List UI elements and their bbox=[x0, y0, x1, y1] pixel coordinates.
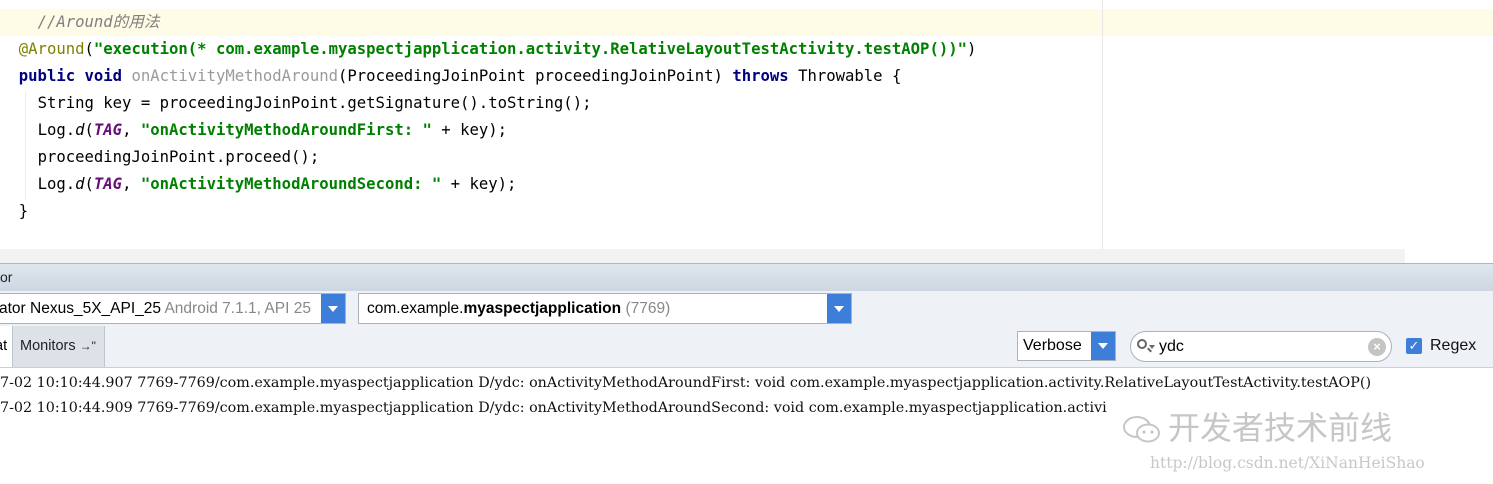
paren: ( bbox=[84, 175, 94, 193]
tab-monitors[interactable]: Monitors →" bbox=[13, 326, 105, 367]
paren: ( bbox=[84, 40, 94, 58]
tool-window-header[interactable]: or bbox=[0, 263, 1493, 291]
params: (ProceedingJoinPoint proceedingJoinPoint… bbox=[338, 67, 723, 85]
process-prefix: com.example. bbox=[367, 300, 464, 317]
search-icon[interactable] bbox=[1137, 339, 1147, 349]
log-level-value: Verbose bbox=[1023, 337, 1082, 354]
clear-icon[interactable]: × bbox=[1368, 338, 1386, 356]
search-history-caret-icon[interactable] bbox=[1149, 345, 1155, 349]
log-line[interactable]: 7-02 10:10:44.909 7769-7769/com.example.… bbox=[0, 396, 1107, 421]
log-output[interactable]: 7-02 10:10:44.907 7769-7769/com.example.… bbox=[0, 368, 1493, 484]
process-dropdown[interactable]: com.example.myaspectjapplication (7769) bbox=[358, 293, 852, 324]
statement: proceedingJoinPoint.proceed(); bbox=[37, 148, 320, 166]
tag-constant: TAG bbox=[93, 175, 123, 193]
statement: String key = proceedingJoinPoint.getSign… bbox=[37, 94, 592, 112]
string-literal: "onActivityMethodAroundSecond: " bbox=[140, 175, 442, 193]
right-margin-guide bbox=[1102, 0, 1103, 263]
code-line-4[interactable]: String key = proceedingJoinPoint.getSign… bbox=[0, 90, 592, 117]
keyword: throws bbox=[732, 67, 789, 85]
tab-monitors-label: Monitors bbox=[20, 338, 76, 354]
log-method: d bbox=[75, 175, 85, 193]
code-line-2[interactable]: @Around("execution(* com.example.myaspec… bbox=[0, 36, 977, 63]
horizontal-scrollbar[interactable] bbox=[0, 249, 1405, 263]
throwable: Throwable { bbox=[798, 67, 902, 85]
paren: ( bbox=[84, 121, 94, 139]
process-pid: (7769) bbox=[625, 300, 671, 317]
code-line-8[interactable]: } bbox=[0, 198, 28, 225]
code-line-6[interactable]: proceedingJoinPoint.proceed(); bbox=[0, 144, 320, 171]
watermark: 开发者技术前线 bbox=[1122, 403, 1392, 449]
code-line-7[interactable]: Log.d(TAG, "onActivityMethodAroundSecond… bbox=[0, 171, 517, 198]
wechat-logo-icon bbox=[1123, 416, 1160, 443]
keyword: void bbox=[84, 67, 123, 85]
tab-logcat-label: at bbox=[0, 338, 8, 354]
paren: ) bbox=[967, 40, 977, 58]
device-selector-row: ator Nexus_5X_API_25 Android 7.1.1, API … bbox=[0, 291, 1493, 326]
keyword: public bbox=[18, 67, 76, 85]
device-name: ator Nexus_5X_API_25 bbox=[0, 300, 161, 317]
device-dropdown[interactable]: ator Nexus_5X_API_25 Android 7.1.1, API … bbox=[0, 293, 346, 324]
tool-window-title: or bbox=[0, 269, 13, 285]
expression-rest: + key); bbox=[431, 121, 508, 139]
url-watermark: http://blog.csdn.net/XiNanHeiShao bbox=[1150, 454, 1425, 472]
chevron-down-icon[interactable] bbox=[827, 294, 851, 323]
comment: //Around的用法 bbox=[37, 13, 160, 31]
code-line-1[interactable]: //Around的用法 bbox=[0, 9, 160, 36]
pin-icon: →" bbox=[79, 339, 96, 353]
annotation: @Around bbox=[18, 40, 85, 58]
log-class: Log. bbox=[37, 121, 76, 139]
method-name: onActivityMethodAround bbox=[131, 67, 339, 85]
watermark-text: 开发者技术前线 bbox=[1168, 409, 1393, 447]
expression-rest: + key); bbox=[441, 175, 517, 193]
chevron-down-icon[interactable] bbox=[1091, 332, 1115, 360]
tag-constant: TAG bbox=[93, 121, 123, 139]
code-line-5[interactable]: Log.d(TAG, "onActivityMethodAroundFirst:… bbox=[0, 117, 507, 144]
log-level-dropdown[interactable]: Verbose bbox=[1017, 331, 1116, 361]
log-line[interactable]: 7-02 10:10:44.907 7769-7769/com.example.… bbox=[0, 371, 1371, 396]
search-input[interactable] bbox=[1159, 336, 1359, 357]
process-name: myaspectjapplication bbox=[463, 300, 622, 317]
closing-brace: } bbox=[18, 202, 29, 220]
code-line-3[interactable]: public void onActivityMethodAround(Proce… bbox=[0, 63, 902, 90]
chevron-down-icon[interactable] bbox=[321, 294, 345, 323]
logcat-toolbar: at Monitors →" Verbose × ✓ Regex bbox=[0, 326, 1493, 368]
code-editor[interactable]: //Around的用法 @Around("execution(* com.exa… bbox=[0, 0, 1493, 263]
log-method: d bbox=[75, 121, 85, 139]
search-box[interactable]: × bbox=[1130, 331, 1392, 362]
regex-checkbox[interactable]: ✓ bbox=[1406, 338, 1422, 354]
current-line-highlight bbox=[0, 9, 1493, 36]
device-detail: Android 7.1.1, API 25 bbox=[164, 300, 311, 317]
string-literal: "onActivityMethodAroundFirst: " bbox=[140, 121, 432, 139]
regex-label: Regex bbox=[1430, 337, 1477, 354]
tab-logcat[interactable]: at bbox=[0, 326, 13, 367]
log-class: Log. bbox=[37, 175, 76, 193]
string-literal: "execution(* com.example.myaspectjapplic… bbox=[93, 40, 967, 58]
separator: , bbox=[122, 121, 141, 139]
separator: , bbox=[122, 175, 141, 193]
